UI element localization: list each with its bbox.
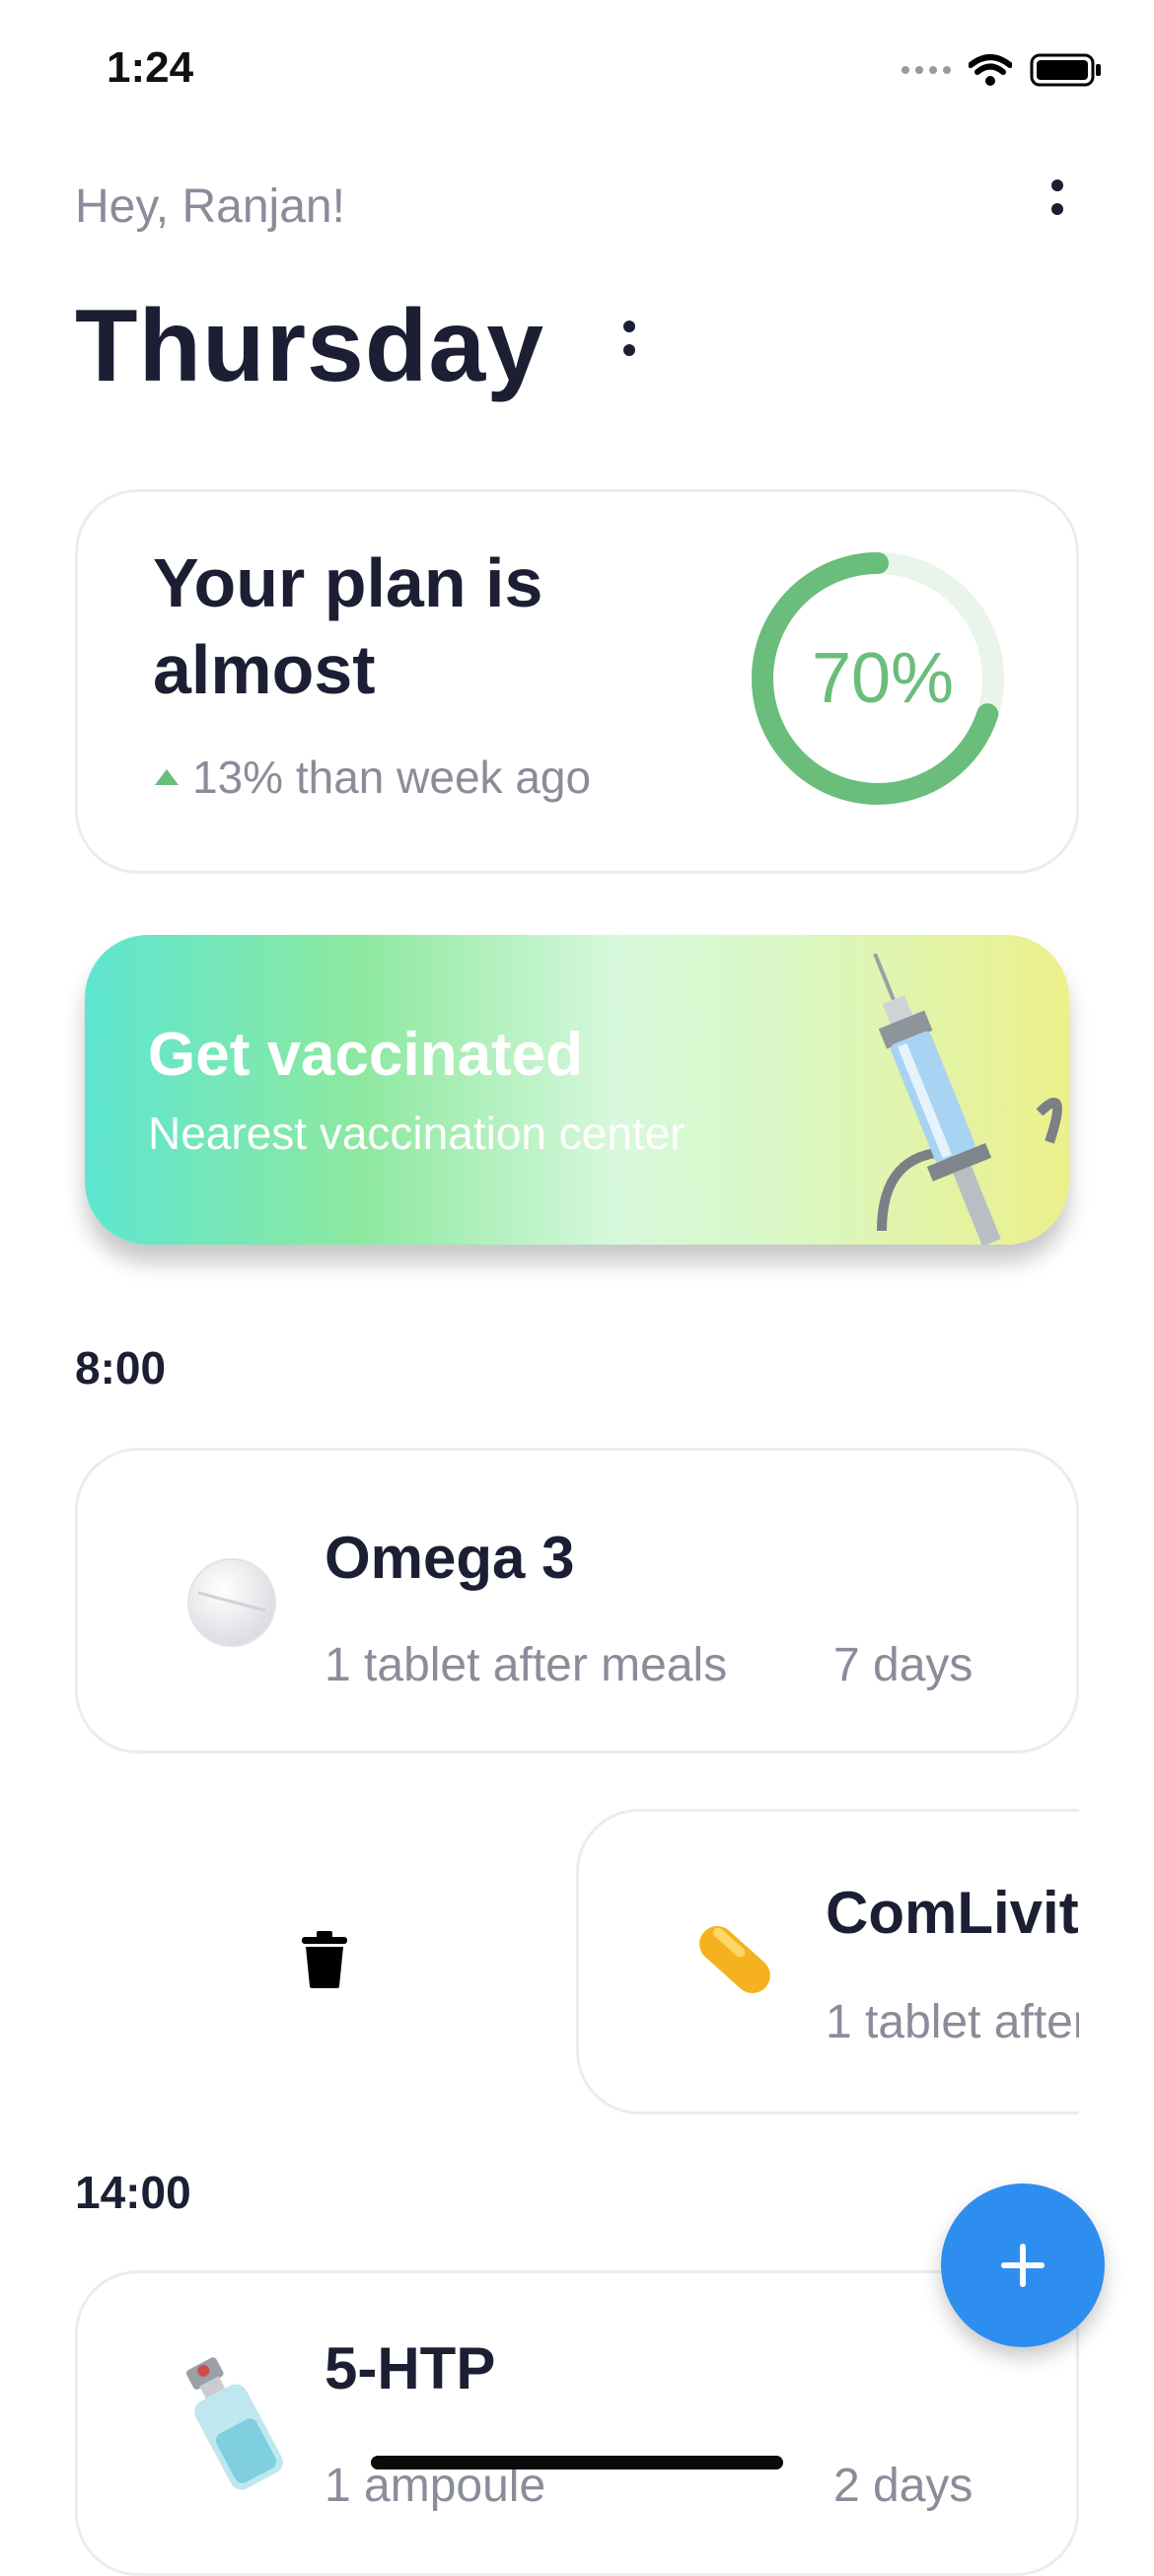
time-header-afternoon: 14:00 <box>75 2167 191 2218</box>
signal-icon <box>902 66 951 74</box>
medication-dose: 1 tablet after meals <box>325 1639 728 1691</box>
trend-up-icon <box>155 769 179 785</box>
yellow-capsule-icon <box>699 1925 770 1994</box>
plan-title: Your plan is almost done! <box>153 544 543 697</box>
wifi-icon <box>969 54 1012 86</box>
battery-icon <box>1030 53 1101 87</box>
vial-icon <box>185 2357 283 2490</box>
plan-trend-text: 13% than week ago <box>192 751 592 803</box>
status-icons <box>902 53 1103 87</box>
plus-icon <box>1001 2244 1045 2287</box>
plan-trend: 13% than week ago <box>155 751 591 804</box>
medication-card-comlivit[interactable]: ComLivit 1 tablet after meals <box>576 1809 1079 2114</box>
medication-name: Omega 3 <box>325 1525 575 1591</box>
medication-name: ComLivit <box>826 1880 1079 1946</box>
page-title: Thursday <box>75 289 545 403</box>
medication-name: 5-HTP <box>325 2335 496 2401</box>
medication-card-5htp[interactable]: 5-HTP 1 ampoule 2 days <box>75 2270 1079 2576</box>
home-indicator[interactable] <box>371 2456 783 2469</box>
vaccination-banner[interactable]: Get vaccinated Nearest vaccination cente… <box>85 935 1069 1245</box>
time-header-morning: 8:00 <box>75 1342 167 1394</box>
vaccine-subtitle: Nearest vaccination center <box>148 1108 685 1159</box>
greeting-text: Hey, Ranjan! <box>75 180 345 233</box>
vaccine-title: Get vaccinated <box>148 1021 584 1089</box>
medication-duration: 7 days <box>833 1639 974 1691</box>
medication-duration: 2 days <box>833 2460 974 2512</box>
syringe-icon <box>873 953 1062 1245</box>
day-options-icon[interactable] <box>619 321 639 356</box>
status-time: 1:24 <box>107 43 194 92</box>
trash-icon[interactable] <box>302 1931 347 1988</box>
plan-progress-card[interactable]: Your plan is almost done! 13% than week … <box>75 489 1079 874</box>
swiped-row-clip: ComLivit 1 tablet after meals <box>576 1809 1079 2114</box>
more-options-icon[interactable] <box>1038 179 1077 239</box>
add-medication-button[interactable] <box>941 2183 1105 2347</box>
progress-percentage: 70% <box>811 639 955 718</box>
medication-card-omega3[interactable]: Omega 3 1 tablet after meals 7 days <box>75 1448 1079 1753</box>
medication-dose: 1 tablet after meals <box>826 1996 1079 2048</box>
white-tablet-icon <box>187 1558 276 1647</box>
